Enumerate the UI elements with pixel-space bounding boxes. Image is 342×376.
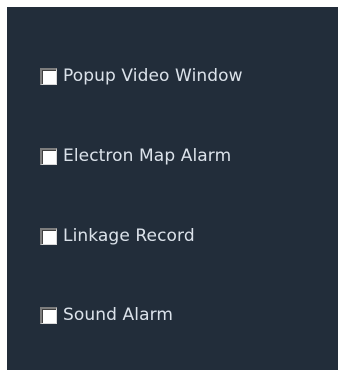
popup-video-window-option[interactable]: Popup Video Window <box>40 62 243 90</box>
sound-alarm-label: Sound Alarm <box>63 305 174 325</box>
electron-map-alarm-label: Electron Map Alarm <box>63 146 232 166</box>
linkage-record-checkbox[interactable] <box>40 227 57 245</box>
popup-video-window-label: Popup Video Window <box>63 66 243 86</box>
sound-alarm-option[interactable]: Sound Alarm <box>40 301 173 329</box>
alarm-options-panel: Popup Video Window Electron Map Alarm Li… <box>7 7 338 370</box>
electron-map-alarm-option[interactable]: Electron Map Alarm <box>40 142 231 170</box>
linkage-record-option[interactable]: Linkage Record <box>40 222 195 250</box>
popup-video-window-checkbox[interactable] <box>40 67 57 85</box>
linkage-record-label: Linkage Record <box>63 226 195 246</box>
sound-alarm-checkbox[interactable] <box>40 306 57 324</box>
electron-map-alarm-checkbox[interactable] <box>40 147 57 165</box>
